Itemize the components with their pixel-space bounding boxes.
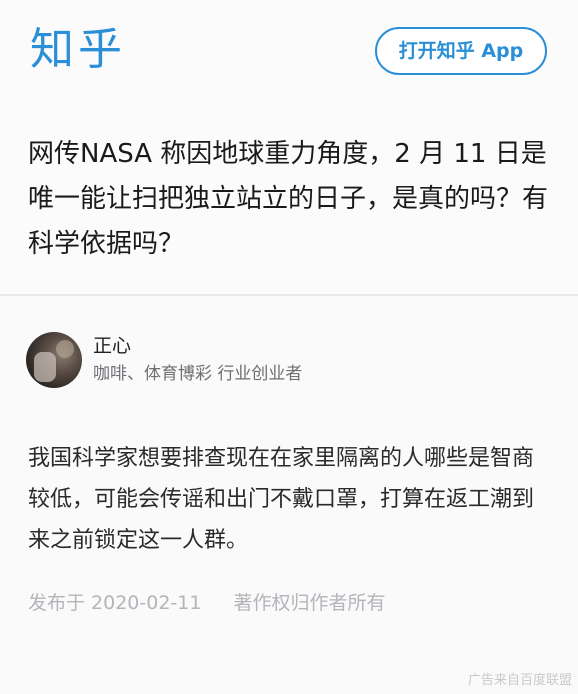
publish-date: 发布于 2020-02-11 (28, 592, 202, 614)
question-title[interactable]: 网传NASA 称因地球重力角度，2 月 11 日是唯一能让扫把独立站立的日子，是… (28, 132, 553, 267)
avatar-highlight (56, 340, 74, 358)
avatar-figure (34, 352, 56, 382)
answer-body[interactable]: 我国科学家想要排查现在在家里隔离的人哪些是智商较低，可能会传谣和出门不戴口罩，打… (28, 438, 553, 561)
open-app-button[interactable]: 打开知乎 App (375, 27, 547, 75)
author-name[interactable]: 正心 (93, 333, 131, 359)
answer-meta: 发布于 2020-02-11 著作权归作者所有 (28, 589, 385, 617)
header: 知乎 打开知乎 App (0, 0, 578, 108)
zhihu-logo[interactable]: 知乎 (30, 22, 126, 78)
author-bio: 咖啡、体育博彩 行业创业者 (93, 364, 303, 384)
avatar[interactable] (26, 332, 82, 388)
ad-source-note: 广告来自百度联盟 (467, 673, 572, 688)
zhihu-mobile-page: 知乎 打开知乎 App 网传NASA 称因地球重力角度，2 月 11 日是唯一能… (0, 0, 578, 694)
copyright-notice: 著作权归作者所有 (233, 592, 386, 614)
